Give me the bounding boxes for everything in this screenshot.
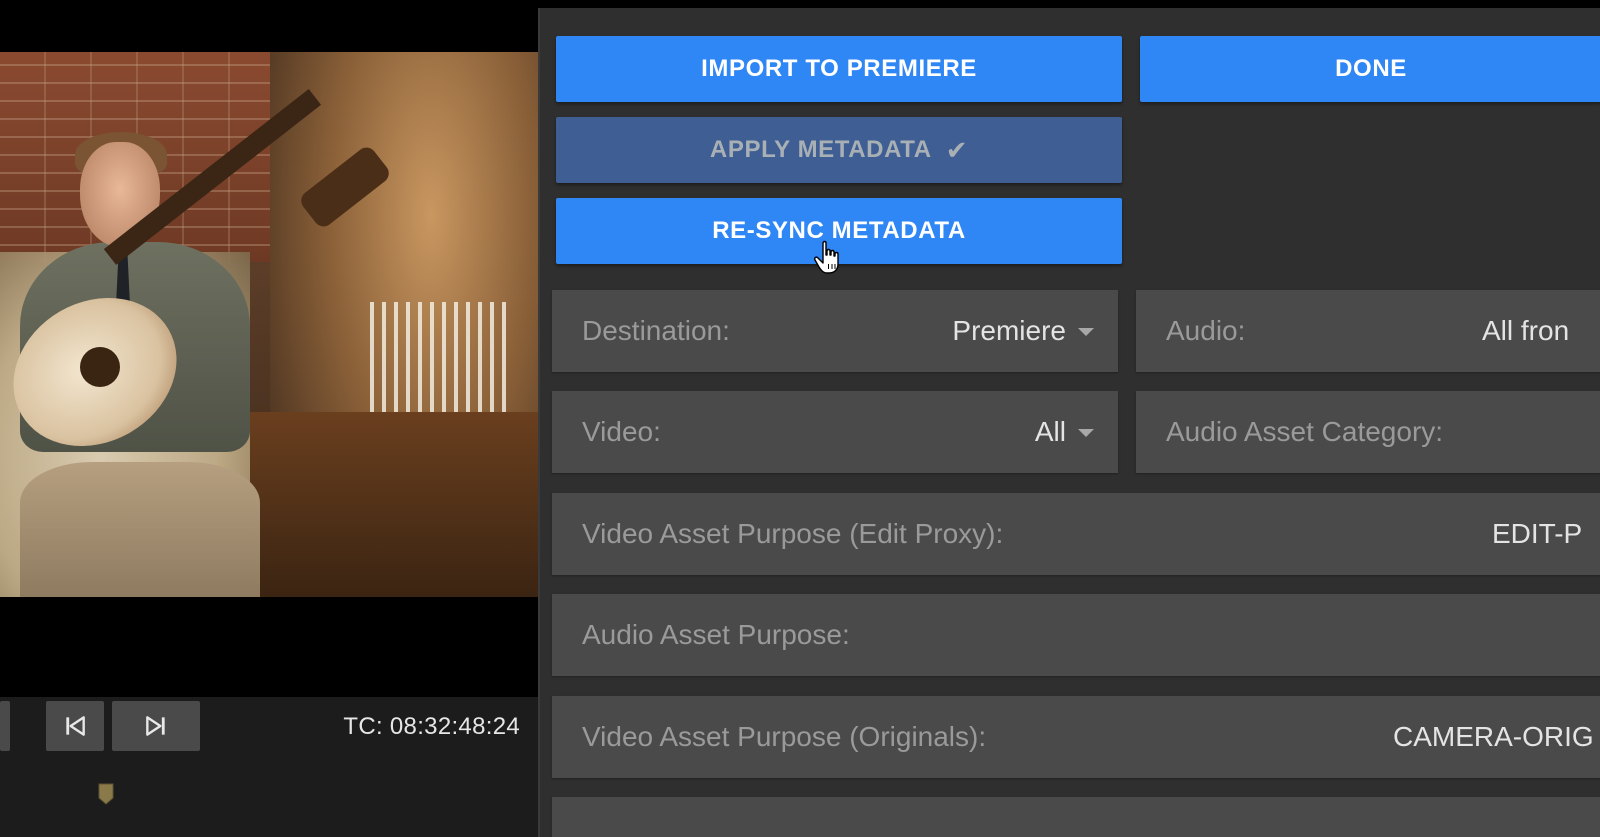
done-label: DONE [1335, 55, 1407, 82]
app-window: TC: 08:32:48:24 IMPORT TO PREMIERE DONE … [0, 0, 1600, 837]
video-value: All [1035, 391, 1094, 473]
video-asset-purpose-originals-label: Video Asset Purpose (Originals): [582, 721, 987, 752]
legs [20, 462, 260, 597]
stair-railing [370, 302, 510, 412]
import-to-premiere-label: IMPORT TO PREMIERE [701, 55, 977, 82]
video-selected: All [1034, 416, 1066, 447]
audio-asset-purpose-label: Audio Asset Purpose: [582, 619, 850, 650]
destination-selected: Premiere [952, 315, 1066, 346]
video-asset-purpose-edit-proxy-field[interactable]: Video Asset Purpose (Edit Proxy): EDIT-P [552, 493, 1600, 575]
apply-metadata-label: APPLY METADATA [709, 136, 932, 163]
audio-selected: All fron [1482, 315, 1570, 346]
import-to-premiere-button[interactable]: IMPORT TO PREMIERE [556, 36, 1122, 102]
checkmark-icon: ✔ [945, 134, 969, 165]
timeline-scrubber[interactable] [0, 777, 538, 817]
skip-forward-button[interactable] [112, 701, 200, 751]
audio-asset-category-field[interactable]: Audio Asset Category: [1136, 391, 1600, 473]
audio-dropdown[interactable]: Audio: All fron [1136, 290, 1600, 372]
audio-label: Audio: [1166, 315, 1246, 346]
video-dropdown[interactable]: Video: All [552, 391, 1118, 473]
video-asset-purpose-originals-field[interactable]: Video Asset Purpose (Originals): CAMERA-… [552, 696, 1600, 778]
guitar-soundhole [80, 347, 120, 387]
video-asset-purpose-originals-value: CAMERA-ORIG [1393, 721, 1594, 752]
next-field[interactable] [552, 797, 1600, 837]
skip-back-button[interactable] [46, 701, 104, 751]
skip-forward-icon [146, 716, 165, 736]
done-button[interactable]: DONE [1140, 36, 1600, 102]
transport-bar: TC: 08:32:48:24 [0, 697, 538, 837]
metadata-panel: IMPORT TO PREMIERE DONE APPLY METADATA ✔… [538, 8, 1600, 837]
apply-metadata-button[interactable]: APPLY METADATA ✔ [556, 117, 1122, 183]
chevron-down-icon [1078, 328, 1094, 336]
audio-asset-category-label: Audio Asset Category: [1166, 416, 1444, 447]
video-asset-purpose-edit-proxy-label: Video Asset Purpose (Edit Proxy): [582, 518, 1004, 549]
destination-dropdown[interactable]: Destination: Premiere [552, 290, 1118, 372]
video-player: TC: 08:32:48:24 [0, 0, 538, 837]
chevron-down-icon [1078, 429, 1094, 437]
destination-label: Destination: [582, 315, 730, 346]
skip-back-icon [66, 716, 85, 736]
video-label: Video: [582, 416, 661, 447]
destination-value: Premiere [952, 290, 1094, 372]
hand-cursor-icon [814, 240, 839, 274]
play-button-edge[interactable] [0, 701, 10, 751]
video-frame[interactable] [0, 52, 538, 597]
playhead-marker-icon[interactable] [98, 783, 114, 805]
timecode-readout: TC: 08:32:48:24 [343, 713, 520, 740]
video-asset-purpose-edit-proxy-value: EDIT-P [1492, 518, 1583, 549]
audio-asset-purpose-field[interactable]: Audio Asset Purpose: [552, 594, 1600, 676]
